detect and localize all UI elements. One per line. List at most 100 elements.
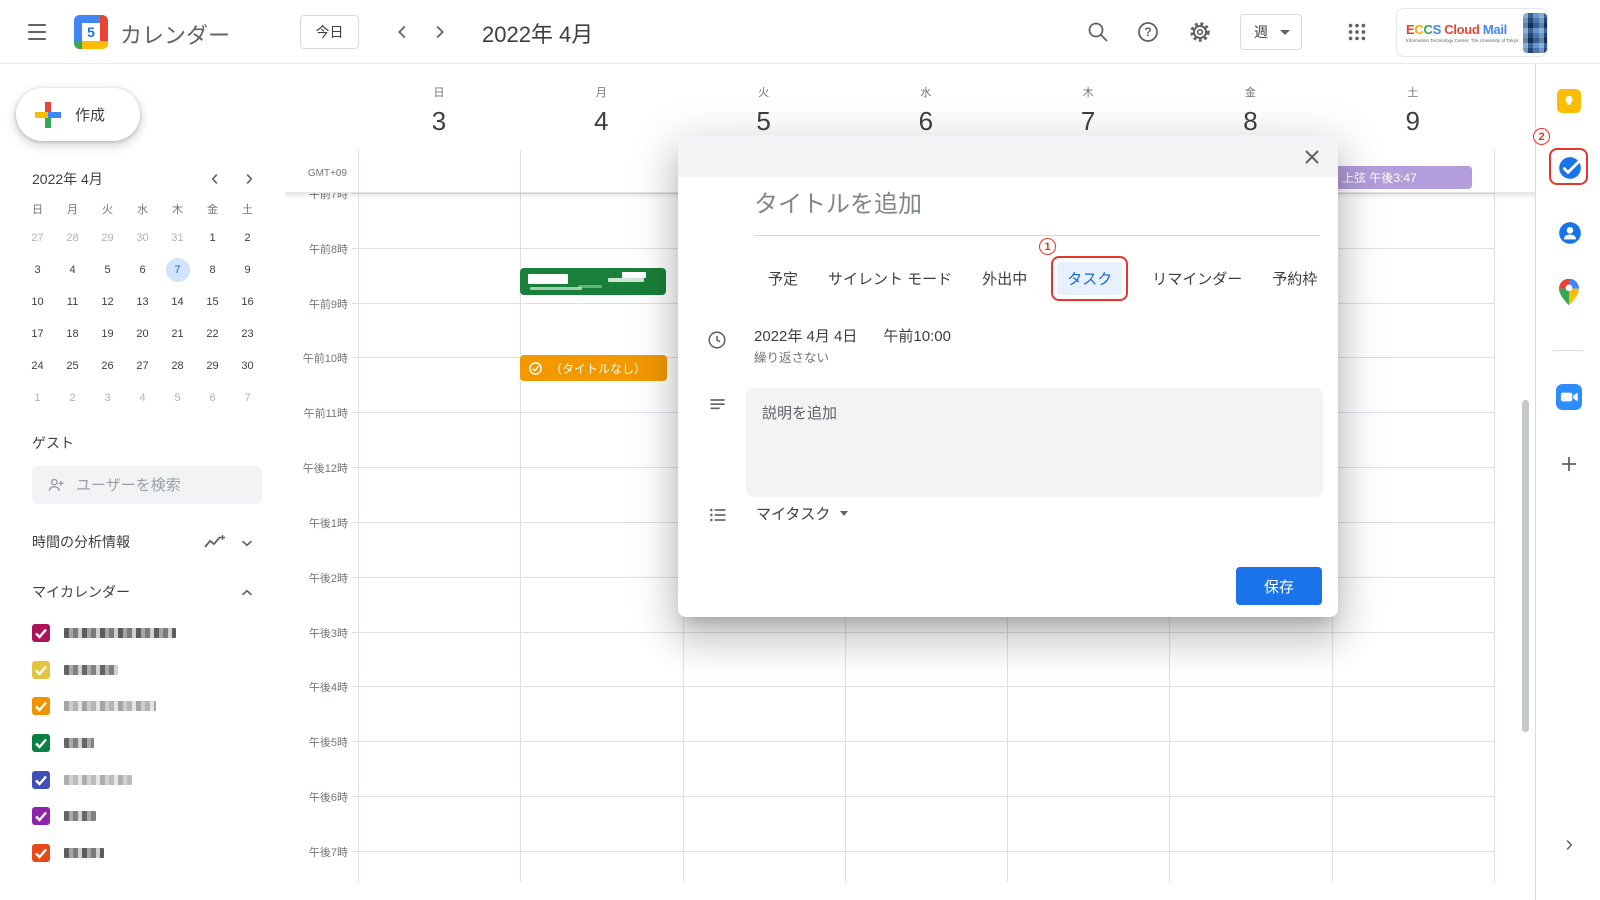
day-number[interactable]: 3 — [358, 106, 520, 137]
mini-day-cell[interactable]: 8 — [195, 254, 230, 286]
calendar-list-item[interactable] — [32, 615, 262, 652]
prev-week-icon[interactable] — [392, 21, 414, 43]
zoom-meet-icon[interactable] — [1556, 384, 1582, 410]
next-week-icon[interactable] — [428, 21, 450, 43]
task-event[interactable]: （タイトルなし） — [520, 355, 667, 381]
mini-day-cell[interactable]: 13 — [125, 286, 160, 318]
tab-task-active[interactable]: タスク — [1057, 262, 1122, 295]
contacts-icon[interactable] — [1557, 220, 1583, 246]
tab-1[interactable]: サイレント モード — [828, 268, 952, 289]
datetime-field[interactable]: 2022年 4月 4日午前10:00 — [754, 325, 951, 346]
guest-search-input[interactable] — [76, 477, 236, 494]
event-redacted-green[interactable] — [520, 268, 666, 295]
calendar-list-item[interactable] — [32, 761, 262, 798]
mini-day-cell[interactable]: 1 — [20, 382, 55, 414]
mini-day-cell[interactable]: 16 — [230, 286, 265, 318]
calendar-checkbox[interactable] — [32, 771, 50, 789]
view-selector[interactable]: 週 — [1240, 14, 1302, 50]
mini-day-cell[interactable]: 26 — [90, 350, 125, 382]
search-icon[interactable] — [1086, 20, 1110, 44]
tab-5[interactable]: 予約枠 — [1272, 268, 1317, 289]
today-button[interactable]: 今日 — [300, 15, 359, 49]
mini-day-cell[interactable]: 12 — [90, 286, 125, 318]
mini-day-cell[interactable]: 7 — [230, 382, 265, 414]
settings-gear-icon[interactable] — [1188, 20, 1212, 44]
calendar-list-item[interactable] — [32, 688, 262, 725]
calendar-checkbox[interactable] — [32, 661, 50, 679]
calendar-list-item[interactable] — [32, 652, 262, 689]
day-number[interactable]: 7 — [1007, 106, 1169, 137]
title-input[interactable] — [754, 191, 1294, 219]
mini-day-cell[interactable]: 29 — [195, 350, 230, 382]
mini-day-cell[interactable]: 10 — [20, 286, 55, 318]
mini-day-cell[interactable]: 24 — [20, 350, 55, 382]
vertical-scrollbar[interactable] — [1522, 400, 1529, 732]
mini-day-cell[interactable]: 30 — [230, 350, 265, 382]
day-number[interactable]: 5 — [683, 106, 845, 137]
dialog-drag-header[interactable] — [678, 135, 1338, 177]
mini-day-cell[interactable]: 3 — [20, 254, 55, 286]
mini-day-cell[interactable]: 5 — [90, 254, 125, 286]
calendar-list-item[interactable] — [32, 725, 262, 762]
keep-icon[interactable] — [1557, 89, 1581, 113]
mini-next-icon[interactable] — [240, 170, 258, 188]
avatar[interactable] — [1523, 13, 1547, 53]
mini-day-cell[interactable]: 17 — [20, 318, 55, 350]
mini-day-cell[interactable]: 4 — [125, 382, 160, 414]
task-list-select[interactable]: マイタスク — [756, 503, 848, 524]
mini-day-cell[interactable]: 28 — [55, 222, 90, 254]
mini-day-cell[interactable]: 27 — [125, 350, 160, 382]
calendar-list-item[interactable] — [32, 798, 262, 835]
mini-day-cell[interactable]: 28 — [160, 350, 195, 382]
save-button[interactable]: 保存 — [1236, 567, 1322, 605]
calendar-checkbox[interactable] — [32, 734, 50, 752]
guest-search-box[interactable] — [32, 466, 262, 504]
apps-grid-icon[interactable] — [1346, 21, 1368, 43]
mini-day-cell[interactable]: 14 — [160, 286, 195, 318]
my-calendars-collapse-icon[interactable] — [238, 584, 256, 602]
calendar-list-item[interactable] — [32, 835, 262, 872]
mini-day-cell[interactable]: 27 — [20, 222, 55, 254]
calendar-checkbox[interactable] — [32, 807, 50, 825]
calendar-checkbox[interactable] — [32, 697, 50, 715]
mini-day-cell[interactable]: 29 — [90, 222, 125, 254]
mini-day-cell[interactable]: 4 — [55, 254, 90, 286]
mini-day-cell[interactable]: 18 — [55, 318, 90, 350]
mini-day-cell[interactable]: 7 — [160, 254, 195, 286]
day-number[interactable]: 6 — [845, 106, 1007, 137]
mini-day-cell[interactable]: 15 — [195, 286, 230, 318]
tab-0[interactable]: 予定 — [768, 268, 798, 289]
mini-day-cell[interactable]: 3 — [90, 382, 125, 414]
mini-day-cell[interactable]: 1 — [195, 222, 230, 254]
mini-day-cell[interactable]: 25 — [55, 350, 90, 382]
mini-day-cell[interactable]: 6 — [195, 382, 230, 414]
mini-day-cell[interactable]: 9 — [230, 254, 265, 286]
mini-day-cell[interactable]: 30 — [125, 222, 160, 254]
mini-prev-icon[interactable] — [206, 170, 224, 188]
description-input[interactable]: 説明を追加 — [746, 388, 1323, 497]
tab-4[interactable]: リマインダー — [1152, 268, 1242, 289]
maps-icon[interactable] — [1559, 278, 1579, 306]
mini-day-cell[interactable]: 2 — [55, 382, 90, 414]
mini-day-cell[interactable]: 2 — [230, 222, 265, 254]
mini-day-cell[interactable]: 23 — [230, 318, 265, 350]
mini-day-cell[interactable]: 6 — [125, 254, 160, 286]
add-addon-icon[interactable] — [1557, 452, 1581, 476]
calendar-checkbox[interactable] — [32, 624, 50, 642]
day-number[interactable]: 8 — [1169, 106, 1331, 137]
calendar-checkbox[interactable] — [32, 844, 50, 862]
hide-panel-chevron-icon[interactable] — [1560, 836, 1578, 854]
mini-day-cell[interactable]: 20 — [125, 318, 160, 350]
tasks-icon[interactable] — [1557, 155, 1583, 181]
mini-day-cell[interactable]: 22 — [195, 318, 230, 350]
account-badge[interactable]: ECCS Cloud Mail Information Technology C… — [1396, 8, 1548, 57]
create-button[interactable]: 作成 — [16, 88, 140, 141]
mini-day-cell[interactable]: 19 — [90, 318, 125, 350]
menu-icon[interactable] — [28, 24, 48, 40]
insights-expand-icon[interactable] — [238, 534, 256, 552]
repeat-setting[interactable]: 繰り返さない — [754, 347, 829, 366]
help-icon[interactable]: ? — [1136, 20, 1160, 44]
mini-day-cell[interactable]: 31 — [160, 222, 195, 254]
mini-day-cell[interactable]: 11 — [55, 286, 90, 318]
close-icon[interactable] — [1300, 145, 1324, 169]
